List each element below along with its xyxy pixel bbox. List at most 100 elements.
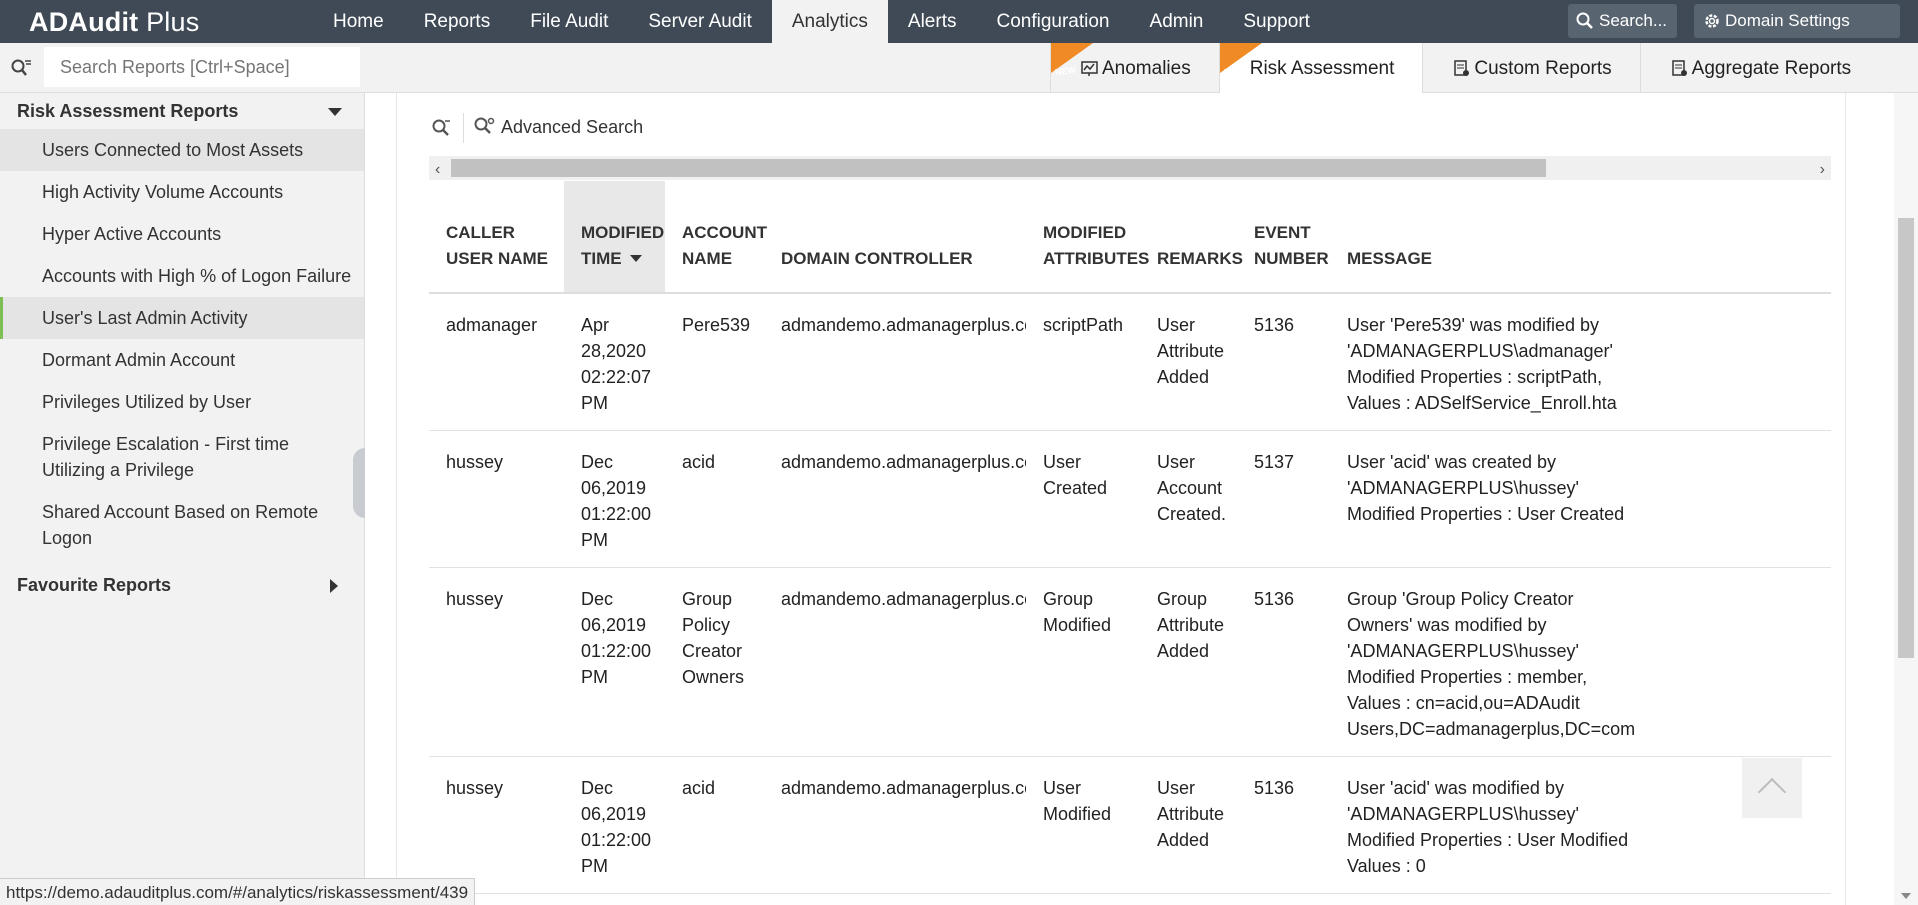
scroll-to-top-button[interactable]	[1742, 758, 1802, 818]
table-body: admanager Apr 28,2020 02:22:07 PM Pere539 a…	[429, 293, 1831, 894]
search-icon	[1576, 12, 1593, 29]
nav-item-file-audit[interactable]: File Audit	[510, 0, 628, 43]
column-header-label: Event Number	[1254, 223, 1329, 268]
cell-event-number: 5136	[1237, 567, 1330, 757]
scroll-right-icon[interactable]: ›	[1820, 161, 1825, 179]
column-header-modified-attributes[interactable]: Modified Attributes	[1026, 181, 1149, 294]
cell-account-name: acid	[665, 756, 764, 894]
search-reports-input[interactable]	[44, 47, 360, 87]
cell-event-number: 5136	[1237, 756, 1330, 894]
table-row[interactable]: hussey Dec 06,2019 01:22:00 PM acid admande…	[429, 756, 1831, 894]
sidebar-item-accounts-with-high-of-logon-failure[interactable]: Accounts with High % of Logon Failure	[0, 255, 364, 297]
nav-item-home[interactable]: Home	[313, 0, 404, 43]
sidebar-item-privileges-utilized-by-user[interactable]: Privileges Utilized by User	[0, 381, 364, 423]
sidebar-item-dormant-admin-account[interactable]: Dormant Admin Account	[0, 339, 364, 381]
sidebar-collapse-handle[interactable]	[353, 448, 365, 518]
cell-caller-user-name: hussey	[429, 756, 564, 894]
report-icon	[1454, 60, 1470, 76]
cell-account-name: Pere539	[665, 293, 764, 431]
horizontal-scrollbar[interactable]: ‹ ›	[429, 156, 1831, 180]
table-row[interactable]: hussey Dec 06,2019 01:22:00 PM acid admande…	[429, 430, 1831, 568]
sort-desc-icon	[629, 255, 642, 262]
cell-remarks: User Attribute Added	[1140, 293, 1237, 431]
nav-item-support[interactable]: Support	[1223, 0, 1330, 43]
cell-domain-controller: admandemo.admanagerplus.com	[764, 430, 1026, 568]
table-row[interactable]: hussey Dec 06,2019 01:22:00 PM Group Polic…	[429, 567, 1831, 757]
cell-domain-controller: admandemo.admanagerplus.com	[764, 567, 1026, 757]
cell-account-name: Group Policy Creator Owners	[665, 567, 764, 757]
cell-modified-attributes: User Created	[1026, 430, 1140, 568]
table-header-row: Caller User Name Modified Time Account Nam…	[429, 181, 1831, 294]
cell-modified-attributes: User Modified	[1026, 756, 1140, 894]
tab-label: Anomalies	[1102, 58, 1191, 79]
tab-custom-reports[interactable]: Custom Reports	[1422, 43, 1639, 93]
cell-remarks: User Attribute Added	[1140, 756, 1237, 894]
gear-icon	[1705, 14, 1719, 28]
table-row[interactable]: admanager Apr 28,2020 02:22:07 PM Pere539 a…	[429, 293, 1831, 431]
column-header-label: Caller User Name	[446, 223, 549, 268]
column-header-account-name[interactable]: Account Name	[665, 181, 767, 294]
search-filter-icon[interactable]	[10, 58, 32, 78]
sidebar-item-hyper-active-accounts[interactable]: Hyper Active Accounts	[0, 213, 364, 255]
report-icon	[1671, 60, 1687, 76]
nav-item-configuration[interactable]: Configuration	[976, 0, 1129, 43]
cell-modified-attributes: Group Modified	[1026, 567, 1140, 757]
analytics-tabs: NEW Anomalies NEW Risk Assessment Custom Rep…	[1050, 43, 1879, 93]
sidebar-item-privilege-escalation-first-time-utilizing-a-privilege[interactable]: Privilege Escalation - First time Utiliz…	[0, 423, 364, 491]
cell-modified-time: Dec 06,2019 01:22:00 PM	[564, 567, 665, 757]
nav-item-alerts[interactable]: Alerts	[888, 0, 977, 43]
cell-remarks: Group Attribute Added	[1140, 567, 1237, 757]
tab-label: Aggregate Reports	[1691, 58, 1852, 79]
cell-caller-user-name: hussey	[429, 567, 564, 757]
quick-search-icon[interactable]	[431, 118, 451, 138]
column-header-modified-time[interactable]: Modified Time	[564, 181, 665, 294]
domain-settings-button[interactable]: Domain Settings	[1694, 4, 1900, 38]
cell-caller-user-name: admanager	[429, 293, 564, 431]
cell-message: Group 'Group Policy Creator Owners' was …	[1330, 567, 1831, 757]
sidebar-item-high-activity-volume-accounts[interactable]: High Activity Volume Accounts	[0, 171, 364, 213]
sidebar-item-users-connected-to-most-assets[interactable]: Users Connected to Most Assets	[0, 129, 364, 171]
column-header-label: Modified Time	[581, 223, 665, 268]
column-header-label: Message	[1347, 249, 1433, 268]
vertical-scroll-thumb[interactable]	[1898, 218, 1914, 658]
toolbar-divider	[463, 113, 464, 143]
column-header-caller-user-name[interactable]: Caller User Name	[429, 181, 564, 294]
cell-message: User 'acid' was created by 'ADMANAGERPLU…	[1330, 430, 1831, 568]
column-header-label: Modified Attributes	[1043, 223, 1150, 268]
nav-item-server-audit[interactable]: Server Audit	[628, 0, 772, 43]
column-header-event-number[interactable]: Event Number	[1237, 181, 1330, 294]
sidebar-item-shared-account-based-on-remote-logon[interactable]: Shared Account Based on Remote Logon	[0, 491, 364, 559]
tab-label: Risk Assessment	[1249, 58, 1395, 79]
chevron-up-icon	[1757, 777, 1787, 807]
top-bar: ADAudit Plus Home Reports File Audit Server…	[0, 0, 1918, 43]
column-header-remarks[interactable]: Remarks	[1140, 181, 1243, 294]
tab-label: Custom Reports	[1474, 58, 1612, 79]
nav-item-analytics[interactable]: Analytics	[771, 0, 888, 43]
sidebar-item-user-s-last-admin-activity[interactable]: User's Last Admin Activity	[0, 297, 364, 339]
sidebar-section-risk-assessment[interactable]: Risk Assessment Reports	[0, 93, 364, 129]
tab-aggregate-reports[interactable]: Aggregate Reports	[1639, 43, 1880, 93]
sidebar-section-favourites[interactable]: Favourite Reports	[0, 567, 364, 603]
column-header-label: Domain Controller	[781, 249, 973, 268]
advanced-search-button[interactable]: Advanced Search	[473, 116, 643, 138]
sidebar: Risk Assessment Reports Users Connected …	[0, 93, 365, 905]
nav-item-admin[interactable]: Admin	[1130, 0, 1224, 43]
scroll-left-icon[interactable]: ‹	[435, 161, 440, 179]
cell-modified-attributes: scriptPath	[1026, 293, 1140, 431]
global-search-button[interactable]: Search...	[1568, 4, 1677, 38]
column-header-message[interactable]: Message	[1330, 181, 1831, 294]
column-header-label: Remarks	[1157, 249, 1243, 268]
vertical-scrollbar[interactable]	[1894, 93, 1918, 905]
nav-item-reports[interactable]: Reports	[404, 0, 511, 43]
cell-account-name: acid	[665, 430, 764, 568]
sidebar-list: Users Connected to Most Assets High Activ…	[0, 129, 364, 559]
cell-domain-controller: admandemo.admanagerplus.com	[764, 756, 1026, 894]
tab-risk-assessment[interactable]: NEW Risk Assessment	[1218, 43, 1423, 93]
scroll-down-icon[interactable]	[1901, 893, 1911, 899]
tab-anomalies[interactable]: NEW Anomalies	[1050, 43, 1219, 93]
column-header-label: Account Name	[682, 223, 767, 268]
column-header-domain-controller[interactable]: Domain Controller	[764, 181, 1026, 294]
horizontal-scroll-thumb[interactable]	[451, 159, 1546, 177]
report-search	[0, 43, 362, 92]
app-logo[interactable]: ADAudit Plus	[29, 7, 199, 38]
